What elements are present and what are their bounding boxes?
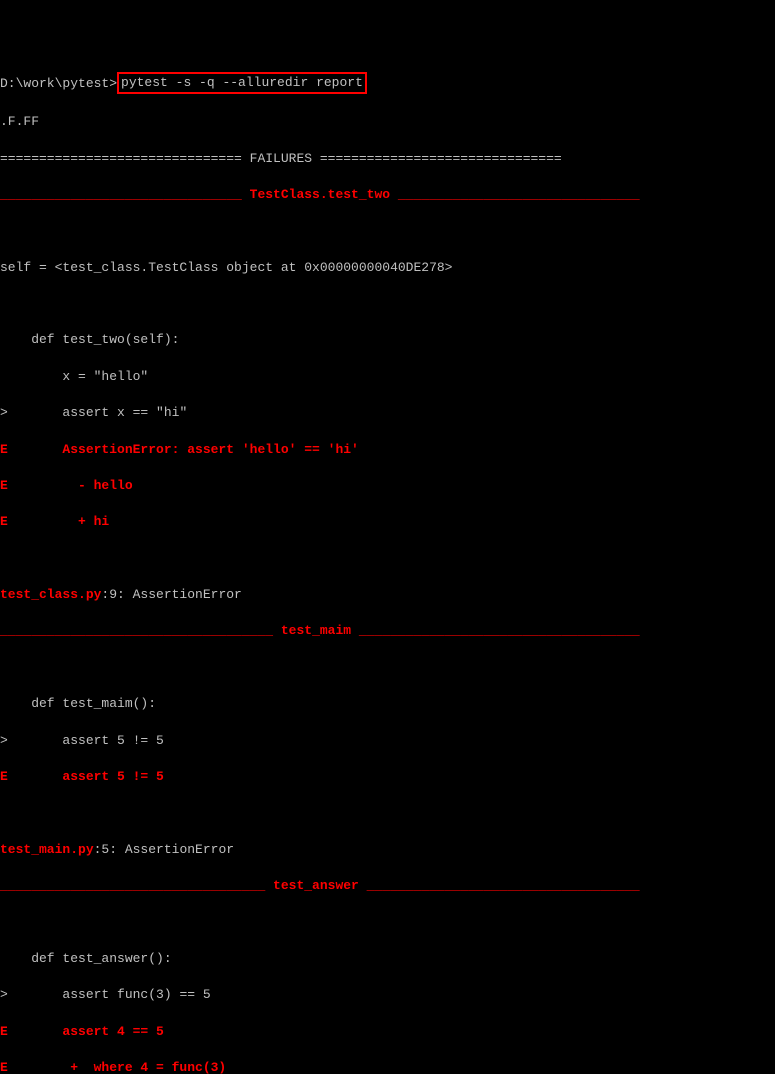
code-line: def test_two(self): (0, 331, 775, 349)
sep-post: ___________________________________ (359, 878, 640, 893)
test-maim-header: test_maim (281, 623, 351, 638)
code-line: def test_answer(): (0, 950, 775, 968)
code-line: assert 5 != 5 (62, 733, 163, 748)
file-loc: :9: AssertionError (101, 587, 241, 602)
file-ref: test_class.py (0, 587, 101, 602)
error-line: E + hi (0, 513, 775, 531)
sep-post: _______________________________ (390, 187, 640, 202)
sep-pre: _______________________________ (0, 187, 250, 202)
self-repr: self = <test_class.TestClass object at 0… (0, 259, 775, 277)
test-two-header: TestClass.test_two (250, 187, 390, 202)
command-highlight: pytest -s -q --alluredir report (117, 72, 367, 94)
test-progress: .F.FF (0, 113, 775, 131)
failures-sep-pre: =============================== (0, 151, 250, 166)
sep-pre: __________________________________ (0, 878, 273, 893)
marker: > (0, 405, 62, 420)
file-ref: test_main.py (0, 842, 94, 857)
code-line: x = "hello" (0, 368, 775, 386)
code-line: def test_maim(): (0, 695, 775, 713)
command-text[interactable]: pytest -s -q --alluredir report (121, 75, 363, 90)
file-loc: :5: AssertionError (94, 842, 234, 857)
code-line: assert func(3) == 5 (62, 987, 210, 1002)
test-answer-header: test_answer (273, 878, 359, 893)
sep-pre: ___________________________________ (0, 623, 281, 638)
marker: > (0, 987, 62, 1002)
error-line: E + where 4 = func(3) (0, 1059, 775, 1074)
error-line: E - hello (0, 477, 775, 495)
failures-header: FAILURES (250, 151, 312, 166)
error-line: E assert 5 != 5 (0, 768, 775, 786)
code-line: assert x == "hi" (62, 405, 187, 420)
failures-sep-post: =============================== (312, 151, 562, 166)
prompt: D:\work\pytest> (0, 76, 117, 91)
marker: > (0, 733, 62, 748)
sep-post: ____________________________________ (351, 623, 640, 638)
error-line: E assert 4 == 5 (0, 1023, 775, 1041)
error-line: E AssertionError: assert 'hello' == 'hi' (0, 441, 775, 459)
